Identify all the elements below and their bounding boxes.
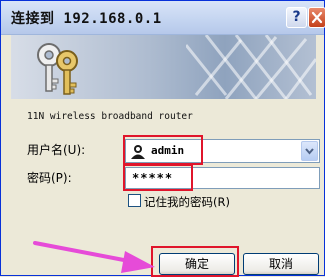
help-button[interactable]: ?	[286, 7, 307, 28]
banner-image	[11, 35, 316, 99]
cancel-button[interactable]: 取消	[243, 253, 319, 275]
password-label: 密码(P):	[27, 171, 72, 185]
arrow-pointer-icon	[33, 241, 155, 273]
remember-password-label: 记住我的密码(R)	[144, 195, 230, 209]
password-highlight-box	[123, 164, 193, 191]
router-name: 11N wireless broadband router	[27, 111, 193, 122]
remember-password-option[interactable]: 记住我的密码(R)	[128, 194, 230, 210]
keys-icon	[37, 43, 78, 95]
remember-password-checkbox[interactable]	[128, 194, 141, 207]
banner-mesh-decoration	[186, 35, 316, 99]
title-bar[interactable]: 连接到 192.168.0.1 ?	[1, 1, 325, 35]
help-icon: ?	[292, 9, 301, 25]
username-highlight-box	[123, 135, 203, 165]
username-label: 用户名(U):	[27, 143, 86, 157]
ok-highlight-box	[151, 246, 239, 277]
username-dropdown-button[interactable]	[301, 141, 318, 161]
chevron-down-icon	[305, 148, 314, 155]
close-button[interactable]	[308, 7, 325, 28]
login-dialog: 连接到 192.168.0.1 ? 11N wireless broadband…	[0, 0, 325, 277]
close-icon	[311, 11, 323, 24]
dialog-title: 连接到 192.168.0.1	[11, 11, 162, 27]
